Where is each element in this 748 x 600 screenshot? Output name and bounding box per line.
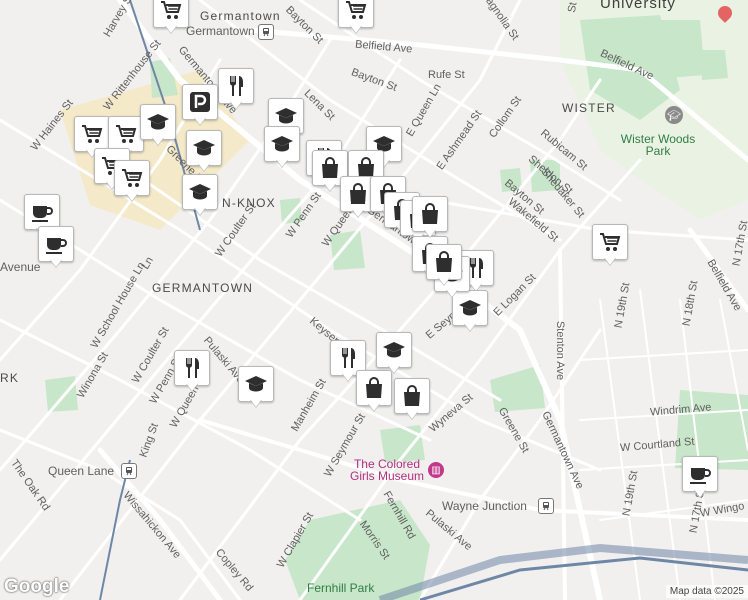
street-label: Stenton Ave: [554, 320, 567, 381]
university-icon[interactable]: 🎓︎: [665, 106, 683, 124]
area-label: University: [600, 0, 676, 12]
restaurant-icon[interactable]: [218, 68, 254, 110]
street-label: St: [565, 1, 580, 14]
train-station-icon[interactable]: [121, 463, 137, 479]
museum-label[interactable]: The Colored Girls Museum: [347, 458, 427, 482]
shopping-cart-icon[interactable]: [592, 224, 628, 266]
street-label: Avenue: [0, 260, 41, 274]
school-icon[interactable]: [238, 366, 274, 408]
station-label[interactable]: Wayne Junction: [442, 500, 527, 512]
shopping-bag-icon[interactable]: [394, 378, 430, 420]
park-area: [700, 50, 728, 80]
park-label: Wister Woods Park: [620, 132, 696, 158]
shopping-bag-icon[interactable]: [356, 370, 392, 412]
museum-icon[interactable]: ▥: [428, 462, 444, 478]
school-icon[interactable]: [376, 332, 412, 374]
google-logo: Google: [4, 576, 70, 597]
cafe-icon[interactable]: [682, 456, 718, 498]
shopping-cart-icon[interactable]: [153, 0, 189, 34]
area-label: GERMANTOWN: [152, 281, 254, 295]
train-station-icon[interactable]: [258, 24, 274, 40]
shopping-cart-icon[interactable]: [338, 0, 374, 34]
area-label: N-KNOX: [222, 196, 276, 210]
school-icon[interactable]: [182, 174, 218, 216]
school-icon[interactable]: [264, 126, 300, 168]
shopping-bag-icon[interactable]: [426, 244, 462, 286]
park-area: [45, 376, 78, 412]
station-label[interactable]: Germantown: [186, 25, 255, 37]
cafe-icon[interactable]: [38, 226, 74, 268]
map-attribution[interactable]: Map data ©2025: [665, 585, 748, 598]
area-label: WISTER: [562, 101, 616, 115]
station-label[interactable]: Queen Lane: [48, 465, 114, 477]
shopping-bag-icon[interactable]: [412, 196, 448, 238]
park-label: Fernhill Park: [307, 581, 375, 595]
area-label: RK: [0, 371, 20, 385]
train-station-icon[interactable]: [538, 498, 554, 514]
school-icon[interactable]: [186, 130, 222, 172]
restaurant-icon[interactable]: [174, 350, 210, 392]
parking-icon[interactable]: [182, 84, 218, 126]
school-icon[interactable]: [140, 104, 176, 146]
area-label: Germantown: [200, 9, 281, 23]
shopping-cart-icon[interactable]: [114, 160, 150, 202]
map-canvas[interactable]: Harvey St W Rittenhouse St W Haines St G…: [0, 0, 748, 600]
street-label: Rufe St: [428, 69, 465, 81]
